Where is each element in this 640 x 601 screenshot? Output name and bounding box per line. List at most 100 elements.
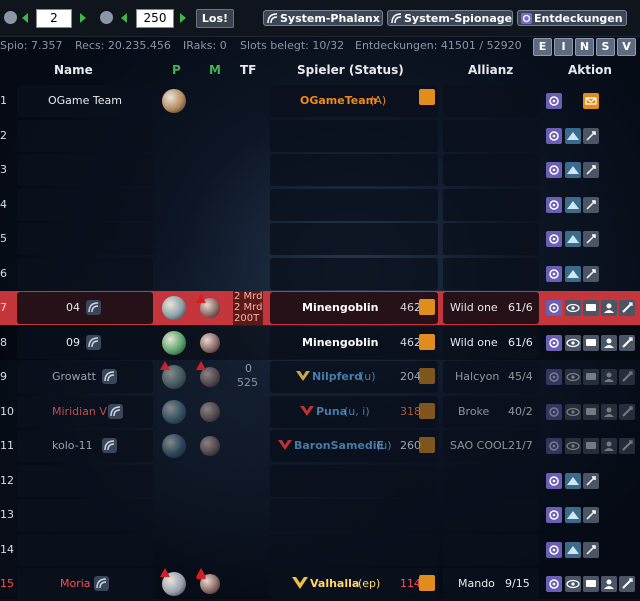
system-spionage-button[interactable]: System-Spionage [387, 10, 513, 26]
alliance-name[interactable]: Wild one [450, 336, 498, 349]
system-next-arrow[interactable] [180, 13, 186, 23]
espionage-icon[interactable] [565, 576, 581, 592]
buddy-request-icon[interactable] [601, 404, 617, 420]
transport-icon[interactable] [583, 231, 599, 247]
discovery-mission-icon[interactable] [546, 162, 562, 178]
planet-name[interactable]: Moria [60, 577, 91, 590]
player-highscore-icon[interactable] [419, 368, 435, 384]
moon-image[interactable] [200, 402, 220, 422]
transport-icon[interactable] [583, 266, 599, 282]
discovery-mission-icon[interactable] [546, 507, 562, 523]
player-highscore-icon[interactable] [419, 575, 435, 591]
discovery-mission-icon[interactable] [546, 128, 562, 144]
alliance-name[interactable]: Mando [458, 577, 495, 590]
player-highscore-icon[interactable] [419, 334, 435, 350]
player-highscore-icon[interactable] [419, 437, 435, 453]
espionage-icon[interactable] [565, 404, 581, 420]
discovery-mission-icon[interactable] [546, 197, 562, 213]
discovery-mission-icon[interactable] [546, 266, 562, 282]
espionage-icon[interactable] [565, 438, 581, 454]
planet-name[interactable]: Miridian VI [52, 405, 110, 418]
transport-icon[interactable] [583, 542, 599, 558]
planet-name[interactable]: Growatt [52, 370, 96, 383]
discovery-mission-icon[interactable] [546, 576, 562, 592]
player-name[interactable]: OGameTeam [300, 94, 377, 107]
missile-attack-icon[interactable] [619, 369, 635, 385]
entdeckungen-button[interactable]: Entdeckungen [517, 10, 627, 26]
player-name[interactable]: Valhalla [310, 577, 359, 590]
message-icon[interactable] [583, 335, 599, 351]
transport-icon[interactable] [583, 473, 599, 489]
discovery-mission-icon[interactable] [546, 542, 562, 558]
discovery-mission-icon[interactable] [546, 231, 562, 247]
planet-image[interactable] [162, 400, 186, 424]
system-phalanx-button[interactable]: System-Phalanx [263, 10, 383, 26]
discovery-mission-icon[interactable] [546, 473, 562, 489]
transport-icon[interactable] [583, 197, 599, 213]
player-name[interactable]: Minengoblin [302, 301, 379, 314]
discovery-mission-icon[interactable] [546, 93, 562, 109]
message-icon[interactable] [583, 369, 599, 385]
colonize-icon[interactable] [565, 162, 581, 178]
planet-name[interactable]: OGame Team [48, 94, 122, 107]
discovery-mission-icon[interactable] [546, 404, 562, 420]
message-icon[interactable] [583, 300, 599, 316]
colonize-icon[interactable] [565, 542, 581, 558]
discovery-mission-icon[interactable] [546, 300, 562, 316]
colonize-icon[interactable] [565, 473, 581, 489]
filter-n-button[interactable]: N [575, 38, 594, 56]
planet-image[interactable] [162, 89, 186, 113]
discovery-mission-icon[interactable] [546, 438, 562, 454]
player-name[interactable]: Puna [316, 405, 347, 418]
planet-name[interactable]: 09 [66, 336, 80, 349]
espionage-icon[interactable] [565, 369, 581, 385]
missile-attack-icon[interactable] [619, 335, 635, 351]
espionage-icon[interactable] [565, 335, 581, 351]
system-prev-arrow[interactable] [121, 13, 127, 23]
colonize-icon[interactable] [565, 231, 581, 247]
planet-image[interactable] [162, 331, 186, 355]
colonize-icon[interactable] [565, 197, 581, 213]
missile-attack-icon[interactable] [619, 404, 635, 420]
galaxy-next-arrow[interactable] [80, 13, 86, 23]
colonize-icon[interactable] [565, 266, 581, 282]
system-input[interactable]: 250 [136, 9, 174, 28]
message-icon[interactable] [583, 404, 599, 420]
planet-image[interactable] [162, 434, 186, 458]
transport-icon[interactable] [583, 162, 599, 178]
alliance-name[interactable]: SAO COOL [450, 439, 508, 452]
buddy-request-icon[interactable] [601, 335, 617, 351]
missile-attack-icon[interactable] [619, 300, 635, 316]
planet-name[interactable]: kolo-11 [52, 439, 93, 452]
player-name[interactable]: Nilpferd [312, 370, 362, 383]
go-button[interactable]: Los! [196, 9, 234, 28]
message-icon[interactable] [583, 438, 599, 454]
espionage-icon[interactable] [565, 300, 581, 316]
planet-image[interactable] [162, 296, 186, 320]
buddy-request-icon[interactable] [601, 438, 617, 454]
player-name[interactable]: Minengoblin [302, 336, 379, 349]
colonize-icon[interactable] [565, 128, 581, 144]
alliance-name[interactable]: Halcyon [455, 370, 499, 383]
colonize-icon[interactable] [565, 507, 581, 523]
filter-v-button[interactable]: V [617, 38, 636, 56]
missile-attack-icon[interactable] [619, 576, 635, 592]
moon-image[interactable] [200, 367, 220, 387]
galaxy-prev-arrow[interactable] [22, 13, 28, 23]
moon-image[interactable] [200, 436, 220, 456]
buddy-request-icon[interactable] [601, 576, 617, 592]
filter-e-button[interactable]: E [533, 38, 552, 56]
filter-i-button[interactable]: I [554, 38, 573, 56]
transport-icon[interactable] [583, 507, 599, 523]
buddy-request-icon[interactable] [601, 369, 617, 385]
missile-attack-icon[interactable] [619, 438, 635, 454]
alliance-name[interactable]: Wild one [450, 301, 498, 314]
player-name[interactable]: BaronSamediE [294, 439, 384, 452]
player-highscore-icon[interactable] [419, 89, 435, 105]
player-highscore-icon[interactable] [419, 403, 435, 419]
planet-name[interactable]: 04 [66, 301, 80, 314]
discovery-mission-icon[interactable] [546, 335, 562, 351]
buddy-request-icon[interactable] [601, 300, 617, 316]
moon-image[interactable] [200, 333, 220, 353]
player-highscore-icon[interactable] [419, 299, 435, 315]
